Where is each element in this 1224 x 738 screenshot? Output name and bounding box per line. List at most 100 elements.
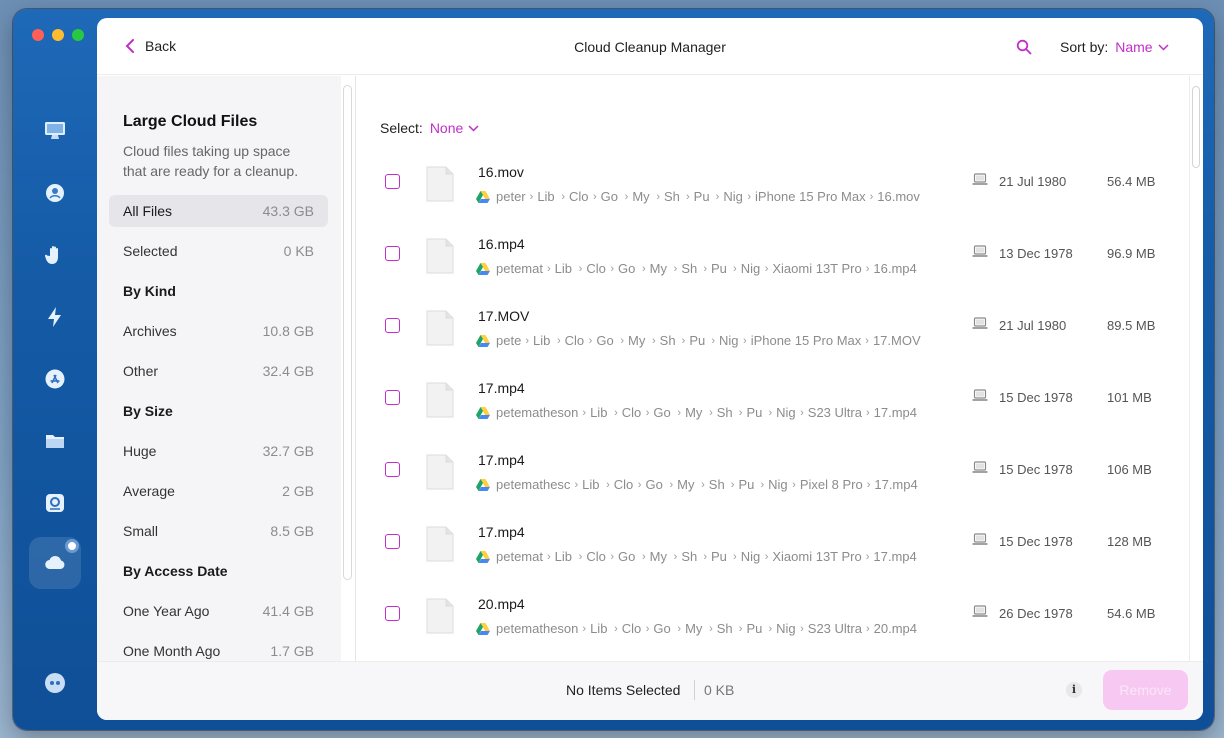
hand-icon[interactable]: [29, 229, 81, 281]
path-segment: Clo: [586, 261, 606, 276]
file-row[interactable]: 17.MOV pete › Lib › Clo › Go › My › Sh › Pu › Nig › iPhon…: [356, 298, 1186, 370]
select-label: Select:: [380, 120, 423, 136]
path-segment: Nig: [723, 189, 743, 204]
sidebar-item[interactable]: All Files 43.3 GB: [109, 195, 328, 227]
file-date: 21 Jul 1980: [999, 174, 1067, 189]
path-segment: My: [677, 477, 695, 492]
path-separator: ›: [645, 406, 650, 419]
file-checkbox[interactable]: [385, 390, 400, 405]
toolbar: Back Cloud Cleanup Manager Sort by: Name: [97, 18, 1203, 75]
sort-control[interactable]: Sort by: Name: [1060, 39, 1169, 55]
file-checkbox[interactable]: [385, 318, 400, 333]
sidebar-item[interactable]: One Year Ago 41.4 GB: [109, 591, 328, 631]
sort-dropdown[interactable]: Name: [1115, 39, 1169, 55]
file-size: 56.4 MB: [1107, 174, 1156, 189]
sidebar-item-label: By Size: [123, 403, 173, 419]
path-separator: ›: [733, 262, 737, 275]
sidebar-item[interactable]: Selected 0 KB: [109, 231, 328, 271]
path-segment: petemat: [496, 549, 543, 564]
category-sidebar: Large Cloud Files Cloud files taking up …: [97, 76, 341, 661]
path-segment: Nig: [740, 549, 761, 564]
file-checkbox[interactable]: [385, 462, 400, 477]
path-separator: ›: [556, 334, 561, 347]
sidebar-item-size: 43.3 GB: [262, 203, 314, 219]
app-store-icon[interactable]: [29, 353, 81, 405]
path-separator: ›: [768, 622, 773, 635]
file-checkbox[interactable]: [385, 174, 400, 189]
file-row[interactable]: 16.mov peter › Lib › Clo › Go › My › Sh › Pu › Nig › iPho…: [356, 154, 1186, 226]
path-segment: Lib: [554, 261, 573, 276]
path-segment: Clo: [586, 549, 606, 564]
sidebar-item[interactable]: Archives 10.8 GB: [109, 311, 328, 351]
file-name: 16.mp4: [478, 236, 525, 252]
document-icon: [426, 598, 454, 634]
path-segment: Clo: [564, 333, 585, 348]
sidebar-item-label: Selected: [123, 243, 178, 259]
path-separator: ›: [645, 622, 650, 635]
sidebar-item-label: Huge: [123, 443, 157, 459]
file-row[interactable]: 17.mp4 petemat › Lib › Clo › Go › My › Sh › Pu › Nig › Xi…: [356, 514, 1186, 586]
path-segment: Pu: [711, 549, 727, 564]
cloud-icon[interactable]: [29, 537, 81, 589]
path-separator: ›: [673, 550, 678, 563]
footer-bar: No Items Selected 0 KB i Remove: [97, 661, 1203, 720]
file-name: 17.mp4: [478, 524, 525, 540]
google-drive-icon: [476, 478, 490, 491]
path-segment: Sh: [664, 189, 680, 204]
document-icon: [426, 166, 454, 202]
cloud-badge-dot: [65, 539, 79, 553]
path-separator: ›: [866, 478, 871, 491]
path-segment: 17.mp4: [873, 405, 918, 420]
path-segment: Lib: [582, 477, 600, 492]
file-name: 16.mov: [478, 164, 524, 180]
file-path: pete › Lib › Clo › Go › My › Sh › Pu › Nig › iPhone 15 P…: [476, 333, 921, 348]
file-row[interactable]: 17.mp4 petematheson › Lib › Clo › Go › My › Sh › Pu › N…: [356, 370, 1186, 442]
file-path: petematheson › Lib › Clo › Go › My › Sh › Pu › Nig › S23…: [476, 405, 917, 420]
path-separator: ›: [865, 262, 870, 275]
info-icon[interactable]: i: [1066, 682, 1082, 698]
search-icon[interactable]: [1016, 39, 1032, 55]
file-checkbox[interactable]: [385, 246, 400, 261]
path-segment: Sh: [716, 405, 733, 420]
file-checkbox[interactable]: [385, 534, 400, 549]
sidebar-item[interactable]: Small 8.5 GB: [109, 511, 328, 551]
path-separator: ›: [764, 262, 769, 275]
path-separator: ›: [578, 262, 583, 275]
remove-button[interactable]: Remove: [1103, 670, 1188, 710]
lightning-icon[interactable]: [29, 291, 81, 343]
path-segment: Clo: [613, 477, 634, 492]
path-segment: My: [649, 549, 668, 564]
file-size: 54.6 MB: [1107, 606, 1156, 621]
file-list-scrollbar[interactable]: [1192, 86, 1200, 168]
file-row[interactable]: 16.mp4 petemat › Lib › Clo › Go › My › Sh › Pu › Nig › Xi…: [356, 226, 1186, 298]
path-segment: Pu: [693, 189, 710, 204]
path-segment: My: [632, 189, 650, 204]
assistant-icon[interactable]: [29, 657, 81, 709]
sidebar-scrollbar[interactable]: [343, 85, 352, 580]
folder-icon[interactable]: [29, 415, 81, 467]
imac-icon[interactable]: [29, 105, 81, 157]
path-segment: Pu: [746, 405, 763, 420]
sidebar-item-size: 32.7 GB: [262, 443, 314, 459]
privacy-ball-icon[interactable]: [29, 167, 81, 219]
laptop-icon: [972, 173, 988, 185]
select-dropdown[interactable]: None: [430, 120, 479, 136]
path-separator: ›: [610, 550, 614, 563]
file-checkbox[interactable]: [385, 606, 400, 621]
sidebar-item[interactable]: Other 32.4 GB: [109, 351, 328, 391]
file-row[interactable]: 17.mp4 petemathesc › Lib › Clo › Go › My › Sh › Pu › Ni…: [356, 442, 1186, 514]
path-separator: ›: [681, 334, 686, 347]
path-separator: ›: [800, 406, 804, 419]
path-separator: ›: [760, 478, 765, 491]
select-value: None: [429, 120, 464, 136]
path-separator: ›: [865, 334, 869, 347]
path-segment: Go: [653, 621, 671, 636]
path-segment: My: [649, 261, 668, 276]
path-separator: ›: [709, 406, 713, 419]
file-row[interactable]: 20.mp4 petematheson › Lib › Clo › Go › My › Sh › Pu › N…: [356, 586, 1186, 658]
sidebar-item[interactable]: Average 2 GB: [109, 471, 328, 511]
disk-search-icon[interactable]: [29, 477, 81, 529]
path-separator: ›: [620, 334, 624, 347]
path-segment: Go: [653, 405, 671, 420]
sidebar-item[interactable]: Huge 32.7 GB: [109, 431, 328, 471]
